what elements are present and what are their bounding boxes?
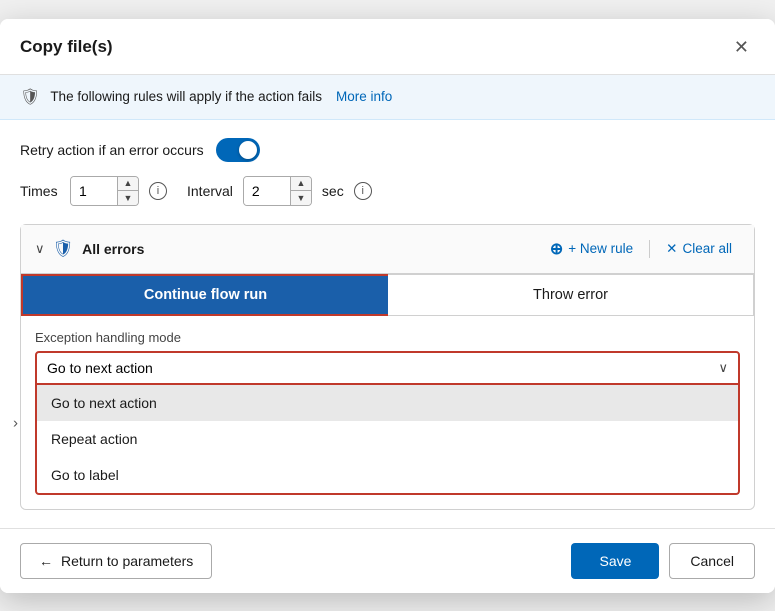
option-go-label[interactable]: Go to label — [37, 457, 738, 493]
dialog-title: Copy file(s) — [20, 37, 113, 57]
times-up-button[interactable]: ▲ — [118, 177, 138, 192]
interval-label: Interval — [187, 183, 233, 199]
sec-label: sec — [322, 183, 344, 199]
new-rule-label: + New rule — [568, 241, 633, 256]
cancel-button[interactable]: Cancel — [669, 543, 755, 579]
interval-spinner: ▲ ▼ — [290, 177, 311, 205]
return-to-parameters-button[interactable]: ← Return to parameters — [20, 543, 212, 579]
arrow-left-icon: ← — [39, 553, 53, 569]
expand-arrow-icon[interactable]: › — [13, 414, 18, 431]
times-spinner: ▲ ▼ — [117, 177, 138, 205]
footer: ← Return to parameters Save Cancel — [0, 528, 775, 593]
exception-section: Exception handling mode › Go to next act… — [35, 316, 740, 495]
interval-input-wrap: ▲ ▼ — [243, 176, 312, 206]
interval-up-button[interactable]: ▲ — [291, 177, 311, 192]
errors-header-right: ⊕ + New rule ✕ Clear all — [542, 235, 740, 263]
dropdown-selected[interactable]: Go to next action ∨ — [35, 351, 740, 385]
title-bar: Copy file(s) ✕ — [0, 19, 775, 75]
times-label: Times — [20, 183, 60, 199]
tab-row: Continue flow run Throw error — [21, 274, 754, 316]
clear-all-label: Clear all — [682, 241, 732, 256]
banner-text: The following rules will apply if the ac… — [50, 89, 322, 104]
retry-label: Retry action if an error occurs — [20, 142, 204, 158]
all-errors-label: All errors — [82, 241, 144, 257]
errors-inner: Exception handling mode › Go to next act… — [21, 316, 754, 509]
clear-all-button[interactable]: ✕ Clear all — [658, 237, 740, 261]
dropdown-wrap: › Go to next action ∨ Go to next action … — [35, 351, 740, 495]
shield-errors-icon: 🛡 — [53, 239, 75, 259]
shield-icon: 🛡 — [20, 87, 40, 107]
header-divider — [649, 240, 650, 258]
dropdown-value: Go to next action — [47, 360, 153, 376]
times-input[interactable] — [71, 177, 117, 205]
dropdown-chevron-icon: ∨ — [718, 360, 728, 376]
save-button[interactable]: Save — [571, 543, 659, 579]
times-info-icon: i — [149, 182, 167, 200]
times-input-wrap: ▲ ▼ — [70, 176, 139, 206]
interval-down-button[interactable]: ▼ — [291, 191, 311, 205]
option-repeat[interactable]: Repeat action — [37, 421, 738, 457]
tab-continue-flow[interactable]: Continue flow run — [21, 274, 388, 316]
retry-toggle[interactable] — [216, 138, 260, 162]
footer-right: Save Cancel — [571, 543, 755, 579]
dropdown-list: Go to next action Repeat action Go to la… — [35, 385, 740, 495]
more-info-link[interactable]: More info — [336, 89, 392, 104]
clear-x-icon: ✕ — [666, 241, 677, 257]
dialog-body: Retry action if an error occurs Times ▲ … — [0, 120, 775, 510]
new-rule-button[interactable]: ⊕ + New rule — [542, 235, 641, 263]
option-go-next[interactable]: Go to next action — [37, 385, 738, 421]
errors-section: ∨ 🛡 All errors ⊕ + New rule ✕ Clear all — [20, 224, 755, 510]
close-button[interactable]: ✕ — [728, 35, 755, 60]
plus-icon: ⊕ — [550, 239, 563, 259]
exception-label: Exception handling mode — [35, 330, 740, 345]
retry-row: Retry action if an error occurs — [20, 138, 755, 162]
errors-header-left: ∨ 🛡 All errors — [35, 239, 144, 259]
collapse-chevron-icon[interactable]: ∨ — [35, 241, 45, 257]
times-interval-row: Times ▲ ▼ i Interval ▲ ▼ sec i — [20, 176, 755, 206]
times-down-button[interactable]: ▼ — [118, 191, 138, 205]
info-banner: 🛡 The following rules will apply if the … — [0, 75, 775, 120]
tab-throw-error[interactable]: Throw error — [388, 274, 754, 316]
interval-info-icon: i — [354, 182, 372, 200]
toggle-slider — [216, 138, 260, 162]
return-label: Return to parameters — [61, 553, 193, 569]
dialog: Copy file(s) ✕ 🛡 The following rules wil… — [0, 19, 775, 593]
errors-header: ∨ 🛡 All errors ⊕ + New rule ✕ Clear all — [21, 225, 754, 274]
interval-input[interactable] — [244, 177, 290, 205]
